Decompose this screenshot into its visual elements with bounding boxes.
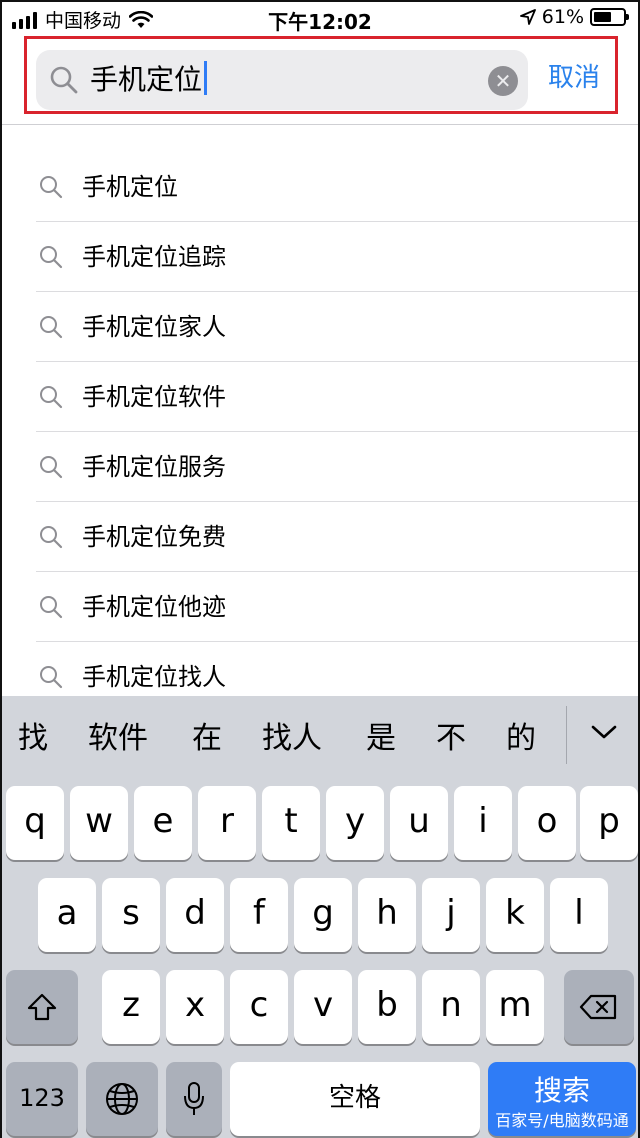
watermark: 百家号/电脑数码通 [495,1111,629,1130]
key-c[interactable]: c [230,970,288,1044]
key-w[interactable]: w [70,786,128,860]
key-g[interactable]: g [294,878,352,952]
suggestion-item[interactable]: 手机定位软件 [2,362,638,432]
globe-icon [106,1083,138,1115]
search-key[interactable]: 搜索 百家号/电脑数码通 [488,1062,636,1136]
candidate-item[interactable]: 软件 [88,716,148,762]
key-p[interactable]: p [580,786,638,860]
suggestion-text: 手机定位追踪 [82,243,226,271]
search-icon [50,66,78,94]
location-arrow-icon [519,9,536,25]
suggestion-text: 手机定位免费 [82,523,226,551]
key-i[interactable]: i [454,786,512,860]
key-y[interactable]: y [326,786,384,860]
cancel-button[interactable]: 取消 [548,58,600,98]
key-j[interactable]: j [422,878,480,952]
key-v[interactable]: v [294,970,352,1044]
suggestion-item[interactable]: 手机定位免费 [2,502,638,572]
key-s[interactable]: s [102,878,160,952]
candidate-item[interactable]: 的 [506,716,536,762]
key-k[interactable]: k [486,878,544,952]
suggestion-text: 手机定位 [82,173,178,201]
suggestion-text: 手机定位找人 [82,663,226,691]
globe-key[interactable] [86,1062,158,1136]
key-r[interactable]: r [198,786,256,860]
battery-percent: 61% [541,6,584,28]
clear-icon[interactable]: ✕ [488,66,518,96]
status-right: 61% [519,6,629,28]
candidate-item[interactable]: 是 [366,716,396,762]
battery-icon [590,8,629,26]
key-o[interactable]: o [518,786,576,860]
numbers-key[interactable]: 123 [6,1062,78,1136]
search-icon [40,176,63,199]
suggestion-text: 手机定位他迹 [82,593,226,621]
backspace-icon [579,994,617,1020]
search-input[interactable]: 手机定位 [90,60,208,100]
search-icon [40,596,63,619]
candidate-item[interactable]: 找 [18,716,48,762]
key-h[interactable]: h [358,878,416,952]
dictation-key[interactable] [166,1062,222,1136]
key-a[interactable]: a [38,878,96,952]
candidate-item[interactable]: 在 [192,716,222,762]
shift-key[interactable] [6,970,78,1044]
candidate-item[interactable]: 不 [436,716,466,762]
search-field[interactable]: 手机定位 ✕ [36,50,528,110]
battery-level-fill [594,12,612,22]
search-icon [40,666,63,689]
key-t[interactable]: t [262,786,320,860]
key-e[interactable]: e [134,786,192,860]
suggestion-item[interactable]: 手机定位 [2,152,638,222]
suggestion-item[interactable]: 手机定位追踪 [2,222,638,292]
key-z[interactable]: z [102,970,160,1044]
candidate-divider [566,706,567,764]
search-icon [40,526,63,549]
search-icon [40,456,63,479]
suggestion-item[interactable]: 手机定位服务 [2,432,638,502]
keyboard: 找 软件 在 找人 是 不 的 q w e r t y u i o p a s … [2,696,638,1138]
delete-key[interactable] [564,970,634,1044]
search-icon [40,316,63,339]
key-l[interactable]: l [550,878,608,952]
shift-icon [27,993,57,1021]
key-n[interactable]: n [422,970,480,1044]
suggestion-text: 手机定位服务 [82,453,226,481]
search-icon [40,386,63,409]
header-divider [2,124,638,125]
space-key[interactable]: 空格 [230,1062,480,1136]
search-input-value: 手机定位 [90,63,203,96]
key-b[interactable]: b [358,970,416,1044]
candidate-bar: 找 软件 在 找人 是 不 的 [2,696,638,782]
key-m[interactable]: m [486,970,544,1044]
suggestion-item[interactable]: 手机定位家人 [2,292,638,362]
key-q[interactable]: q [6,786,64,860]
candidate-item[interactable]: 找人 [262,716,322,762]
suggestion-text: 手机定位家人 [82,313,226,341]
key-x[interactable]: x [166,970,224,1044]
suggestion-item[interactable]: 手机定位他迹 [2,572,638,642]
search-key-label: 搜索 [533,1074,590,1107]
chevron-down-icon[interactable] [588,716,620,748]
text-caret [204,61,208,95]
key-f[interactable]: f [230,878,288,952]
suggestion-text: 手机定位软件 [82,383,226,411]
microphone-icon [184,1082,204,1115]
search-icon [40,246,63,269]
key-d[interactable]: d [166,878,224,952]
status-bar: 中国移动 下午12:02 61% [2,2,638,36]
key-u[interactable]: u [390,786,448,860]
